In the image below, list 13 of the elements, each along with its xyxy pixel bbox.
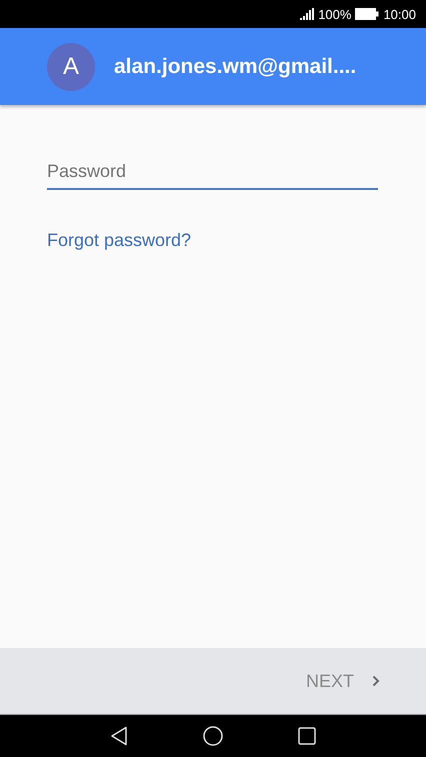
- account-email: alan.jones.wm@gmail....: [114, 54, 356, 78]
- battery-icon: [355, 8, 380, 20]
- back-icon[interactable]: [110, 726, 128, 746]
- forgot-password-link[interactable]: Forgot password?: [47, 230, 192, 251]
- battery-percent: 100%: [318, 6, 352, 22]
- recents-icon[interactable]: [298, 727, 316, 745]
- chevron-right-icon: [372, 675, 380, 687]
- home-icon[interactable]: [203, 726, 223, 746]
- clock-time: 10:00: [383, 6, 416, 22]
- next-button[interactable]: NEXT: [306, 664, 380, 698]
- signal-icon: [300, 8, 314, 20]
- password-field[interactable]: Password: [47, 157, 378, 190]
- avatar: A: [47, 42, 95, 90]
